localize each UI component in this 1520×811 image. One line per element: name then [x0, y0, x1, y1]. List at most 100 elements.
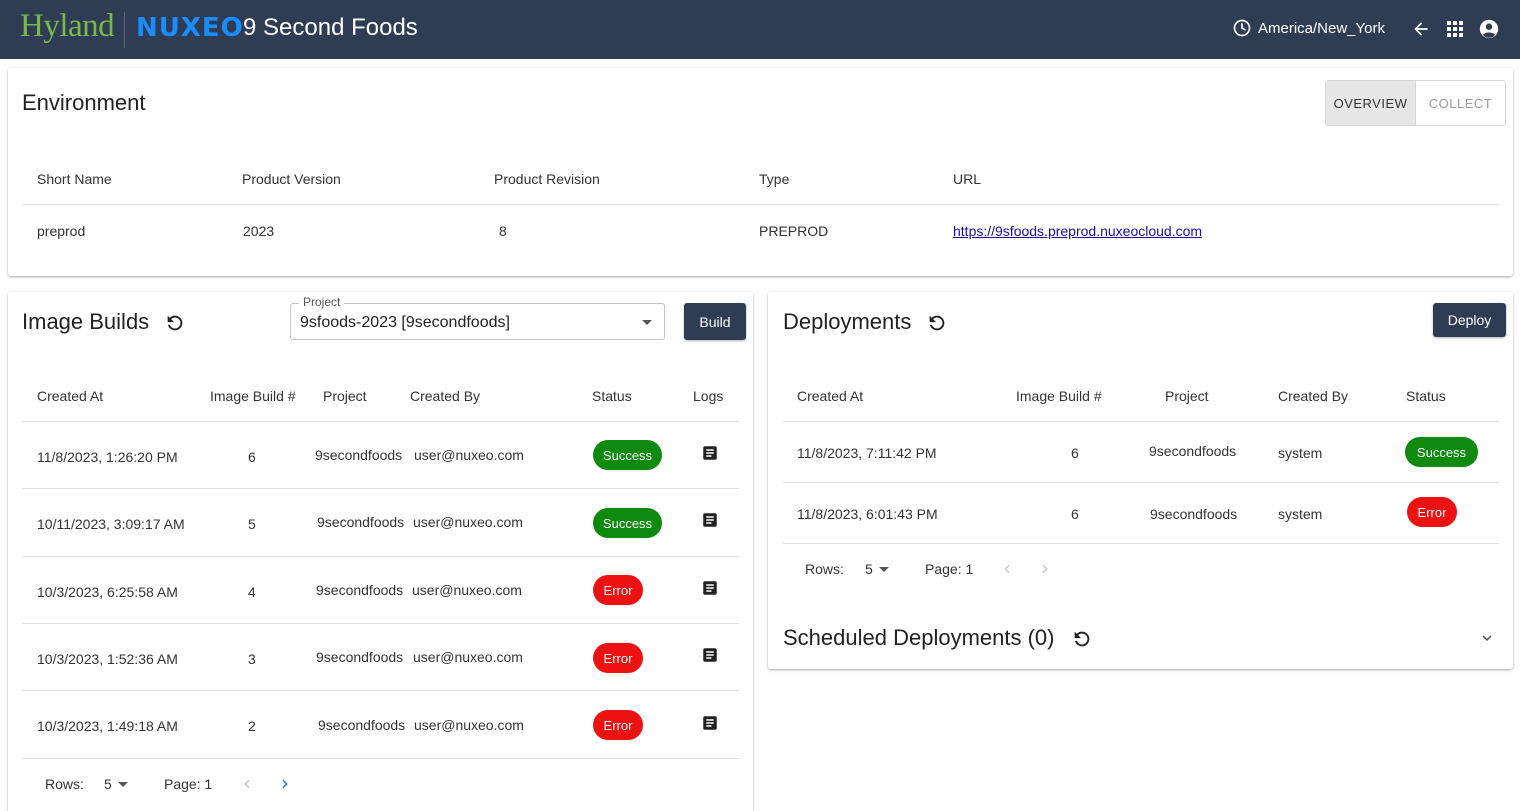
divider [783, 482, 1499, 483]
col-created-by[interactable]: Created By [410, 388, 480, 404]
scheduled-deployments-title[interactable]: Scheduled Deployments (0) [783, 625, 1054, 651]
table-cell-build-num: 4 [248, 584, 256, 600]
divider [783, 543, 1499, 544]
view-toggle: OVERVIEW COLLECT [1325, 80, 1506, 126]
divider [22, 690, 739, 691]
col-created-at[interactable]: Created At [37, 388, 103, 404]
clock-icon [1233, 19, 1251, 37]
col-product-version[interactable]: Product Version [242, 171, 341, 187]
divider [22, 556, 739, 557]
build-button[interactable]: Build [684, 303, 746, 340]
status-badge: Success [1405, 437, 1478, 467]
tab-collect[interactable]: COLLECT [1416, 81, 1505, 125]
col-logs[interactable]: Logs [693, 388, 723, 404]
hyland-logo: Hyland [20, 8, 115, 44]
status-badge: Error [593, 575, 643, 605]
col-project[interactable]: Project [323, 388, 367, 404]
environment-title: Environment [22, 90, 146, 115]
table-cell-created-by: user@nuxeo.com [414, 717, 524, 733]
col-short-name[interactable]: Short Name [37, 171, 112, 187]
prev-page-icon[interactable]: ‹ [243, 771, 251, 795]
table-cell-build-num: 6 [1071, 506, 1079, 522]
table-cell-project: 9secondfoods [315, 447, 403, 463]
table-cell-created-by: user@nuxeo.com [412, 582, 522, 598]
col-project[interactable]: Project [1165, 388, 1209, 404]
table-cell-project: 9secondfoods [318, 717, 406, 733]
table-cell-created-at: 11/8/2023, 6:01:43 PM [797, 506, 938, 522]
page-indicator: Page: 1 [925, 561, 974, 577]
status-badge: Success [593, 508, 662, 538]
refresh-icon[interactable] [1071, 628, 1093, 650]
table-cell-project: 9secondfoods [316, 649, 404, 665]
col-type[interactable]: Type [759, 171, 789, 187]
image-builds-title: Image Builds [22, 309, 150, 334]
table-cell-project: 9secondfoods [1150, 506, 1238, 522]
rows-per-page-select[interactable]: 5 [865, 561, 873, 577]
app-title: 9 Second Foods [243, 14, 418, 41]
col-image-build-num[interactable]: Image Build # [1016, 388, 1102, 404]
log-icon[interactable] [701, 579, 719, 597]
deployments-card [768, 292, 1513, 669]
refresh-icon[interactable] [164, 312, 186, 334]
table-cell-created-at: 11/8/2023, 7:11:42 PM [797, 445, 937, 461]
col-created-by[interactable]: Created By [1278, 388, 1348, 404]
chevron-down-icon [642, 320, 652, 325]
table-cell-created-by: user@nuxeo.com [414, 447, 524, 463]
divider [22, 758, 739, 759]
page-indicator: Page: 1 [164, 776, 213, 792]
table-cell-created-at: 10/11/2023, 3:09:17 AM [37, 516, 185, 532]
timezone-label: America/New_York [1258, 19, 1385, 37]
status-badge: Success [593, 440, 662, 470]
expand-chevron-icon[interactable] [1478, 629, 1496, 647]
col-status[interactable]: Status [592, 388, 632, 404]
account-icon[interactable] [1478, 18, 1500, 40]
table-cell-build-num: 5 [248, 516, 256, 532]
table-cell-build-num: 2 [248, 718, 256, 734]
table-cell-created-by: system [1278, 445, 1323, 461]
next-page-icon[interactable]: › [1041, 556, 1049, 580]
tab-overview[interactable]: OVERVIEW [1326, 81, 1416, 125]
table-cell-created-by: user@nuxeo.com [413, 649, 523, 665]
log-icon[interactable] [701, 646, 719, 664]
prev-page-icon[interactable]: ‹ [1003, 556, 1011, 580]
back-arrow-icon[interactable] [1410, 18, 1432, 40]
env-url-link[interactable]: https://9sfoods.preprod.nuxeocloud.com [953, 223, 1202, 239]
refresh-icon[interactable] [926, 312, 948, 334]
top-app-bar: Hyland NUXEO 9 Second Foods America/New_… [0, 0, 1520, 59]
status-badge: Error [1407, 497, 1457, 527]
project-select-value: 9sfoods-2023 [9secondfoods] [300, 314, 510, 331]
col-product-revision[interactable]: Product Revision [494, 171, 600, 187]
table-cell-created-at: 11/8/2023, 1:26:20 PM [37, 449, 178, 465]
timezone-selector[interactable]: America/New_York [1232, 18, 1385, 38]
col-status[interactable]: Status [1406, 388, 1446, 404]
table-cell-project: 9secondfoods [317, 514, 405, 530]
divider [22, 421, 739, 422]
env-type: PREPROD [759, 223, 829, 239]
table-cell-project: 9secondfoods [316, 582, 404, 598]
col-created-at[interactable]: Created At [797, 388, 863, 404]
table-cell-project: 9secondfoods [1149, 443, 1237, 459]
rows-per-page-label: Rows: [805, 561, 844, 577]
log-icon[interactable] [701, 444, 719, 462]
table-cell-build-num: 3 [248, 651, 256, 667]
divider [22, 204, 1499, 205]
log-icon[interactable] [701, 714, 719, 732]
deploy-button[interactable]: Deploy [1433, 303, 1506, 337]
next-page-icon[interactable]: › [281, 771, 289, 795]
env-product-revision: 8 [499, 223, 507, 239]
rows-per-page-select[interactable]: 5 [104, 776, 112, 792]
table-cell-created-by: user@nuxeo.com [413, 514, 523, 530]
divider [22, 488, 739, 489]
env-product-version: 2023 [243, 223, 275, 239]
apps-grid-icon[interactable] [1444, 18, 1466, 40]
col-image-build-num[interactable]: Image Build # [210, 388, 296, 404]
status-badge: Error [593, 710, 643, 740]
table-cell-created-by: system [1278, 506, 1323, 522]
log-icon[interactable] [701, 511, 719, 529]
deployments-title: Deployments [783, 309, 912, 334]
col-url[interactable]: URL [953, 171, 981, 187]
status-badge: Error [593, 643, 643, 673]
env-short-name: preprod [37, 223, 86, 239]
rows-per-page-label: Rows: [45, 776, 84, 792]
table-cell-created-at: 10/3/2023, 1:52:36 AM [37, 651, 178, 667]
